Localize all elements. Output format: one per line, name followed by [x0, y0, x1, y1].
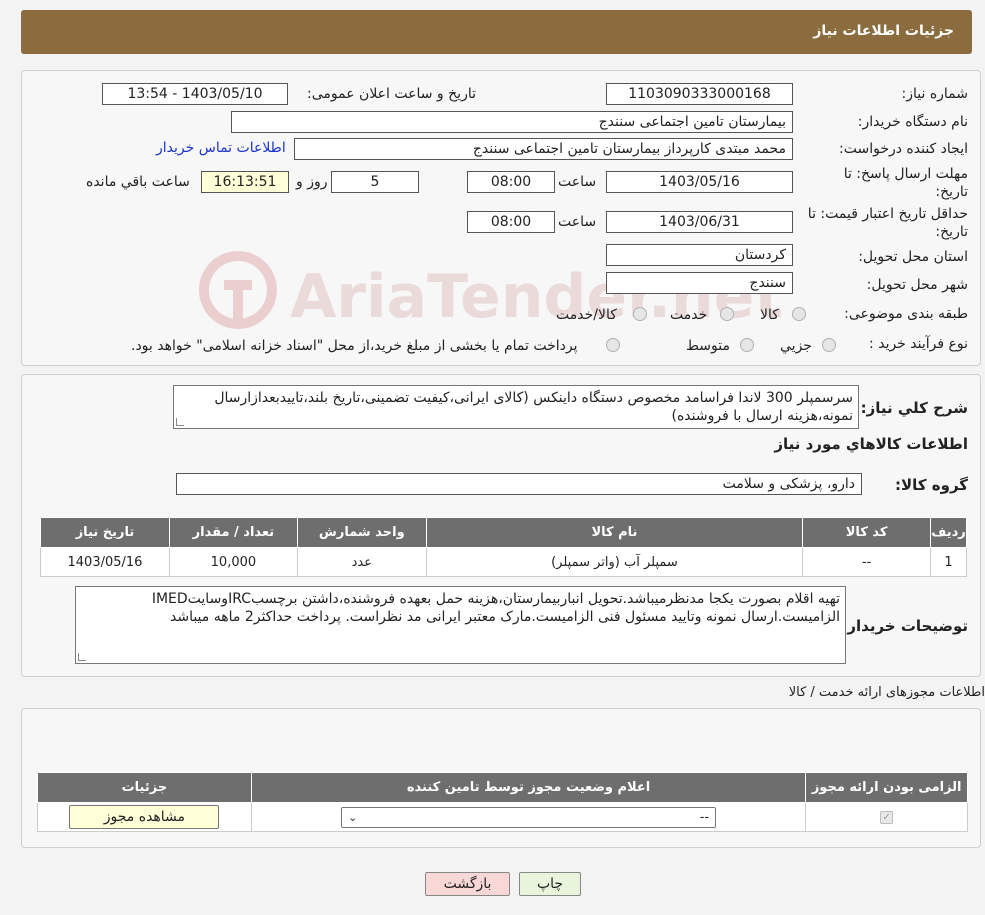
buyer-notes-text: تهیه اقلام بصورت یکجا مدنظرمیباشد.تحویل … — [151, 591, 840, 625]
province-label: استان محل تحویل: — [858, 249, 968, 265]
validity-label: حداقل تاریخ اعتبار قیمت: تا تاریخ: — [807, 206, 968, 240]
resize-grip-icon[interactable] — [176, 418, 184, 426]
validity-date-field: 1403/06/31 — [606, 211, 793, 233]
buyer-notes-label: توضیحات خریدار: — [841, 617, 968, 635]
deadline-time-field: 08:00 — [467, 171, 555, 193]
buyer-label: نام دستگاه خریدار: — [857, 114, 968, 130]
chevron-down-icon: ⌄ — [348, 810, 358, 824]
remaining-time-field: 16:13:51 — [201, 171, 289, 193]
buyer-notes-textarea[interactable]: تهیه اقلام بصورت یکجا مدنظرمیباشد.تحویل … — [75, 586, 846, 664]
col-code-header: کد کالا — [802, 517, 932, 548]
permit-status-select[interactable]: -- ⌄ — [341, 806, 717, 828]
col-details-header: جزئیات — [37, 772, 252, 803]
process-radio-medium[interactable] — [740, 338, 754, 352]
item-name-cell: سمپلر آب (واتر سمپلر) — [425, 547, 804, 577]
remaining-label: ساعت باقي مانده — [86, 174, 190, 190]
back-button[interactable]: بازگشت — [425, 872, 510, 896]
required-checkbox: ✓ — [880, 810, 894, 824]
process-radio-treasury[interactable] — [606, 338, 620, 352]
category-radio-goods-service[interactable] — [633, 307, 647, 321]
summary-label: شرح کلي نياز: — [860, 399, 968, 417]
view-permit-button[interactable]: مشاهده مجوز — [69, 805, 220, 829]
permits-section-title: اطلاعات مجوزهای ارائه خدمت / کالا — [788, 685, 985, 700]
category-option-service: خدمت — [670, 307, 708, 323]
items-table-header: رديف کد کالا نام کالا واحد شمارش تعداد /… — [40, 517, 967, 548]
validity-time-label: ساعت — [558, 214, 597, 230]
col-unit-header: واحد شمارش — [296, 517, 427, 548]
summary-textarea[interactable]: سرسمپلر 300 لاندا فراسامد مخصوص دستگاه د… — [173, 385, 859, 429]
col-required-header: الزامی بودن ارائه مجوز — [805, 772, 968, 803]
row-number-cell: 1 — [930, 547, 967, 577]
process-option-medium: متوسط — [686, 338, 730, 354]
category-radio-service[interactable] — [720, 307, 734, 321]
process-label: نوع فرآیند خرید : — [869, 336, 968, 352]
col-row-header: رديف — [930, 517, 967, 548]
status-cell: -- ⌄ — [250, 802, 807, 832]
page-header: جزئیات اطلاعات نیاز — [21, 10, 972, 54]
deadline-label: مهلت ارسال پاسخ: تا تاریخ: — [843, 166, 968, 200]
item-unit-cell: عدد — [296, 547, 427, 577]
category-option-goods: کالا — [760, 307, 779, 323]
category-label: طبقه بندی موضوعی: — [844, 306, 968, 322]
process-radio-minor[interactable] — [822, 338, 836, 352]
summary-text: سرسمپلر 300 لاندا فراسامد مخصوص دستگاه د… — [214, 390, 853, 424]
validity-time-field: 08:00 — [467, 211, 555, 233]
need-number-field: 1103090333000168 — [606, 83, 793, 105]
items-table: رديف کد کالا نام کالا واحد شمارش تعداد /… — [40, 517, 967, 577]
item-code-cell: -- — [802, 547, 932, 577]
table-row: 1 -- سمپلر آب (واتر سمپلر) عدد 10,000 14… — [40, 547, 967, 577]
creator-field: محمد مبتدی کارپرداز بیمارستان تامین اجتم… — [294, 138, 793, 160]
table-row: ✓ -- ⌄ مشاهده مجوز — [37, 802, 968, 832]
days-field: 5 — [331, 171, 419, 193]
group-label: گروه کالا: — [895, 476, 968, 494]
city-label: شهر محل تحویل: — [866, 277, 968, 293]
resize-grip-icon[interactable] — [78, 653, 86, 661]
permits-table: الزامی بودن ارائه مجوز اعلام وضعیت مجوز … — [37, 772, 968, 832]
col-qty-header: تعداد / مقدار — [168, 517, 298, 548]
permit-status-value: -- — [699, 809, 710, 825]
buyer-contact-link[interactable]: اطلاعات تماس خریدار — [156, 140, 286, 156]
item-date-cell: 1403/05/16 — [40, 547, 170, 577]
col-date-header: تاریخ نیاز — [40, 517, 170, 548]
process-note: پرداخت تمام یا بخشی از مبلغ خرید،از محل … — [131, 338, 578, 354]
province-field: کردستان — [606, 244, 793, 266]
deadline-date-field: 1403/05/16 — [606, 171, 793, 193]
page-title: جزئیات اطلاعات نیاز — [813, 23, 954, 39]
item-qty-cell: 10,000 — [168, 547, 298, 577]
category-radio-goods[interactable] — [792, 307, 806, 321]
process-option-minor: جزيي — [780, 338, 812, 354]
need-number-label: شماره نیاز: — [901, 86, 969, 102]
announce-field: 1403/05/10 - 13:54 — [102, 83, 288, 105]
days-label: روز و — [296, 174, 328, 190]
items-title: اطلاعات کالاهاي مورد نياز — [774, 435, 968, 453]
required-cell: ✓ — [805, 802, 968, 832]
buyer-field: بیمارستان تامین اجتماعی سنندج — [231, 111, 793, 133]
details-cell: مشاهده مجوز — [37, 802, 252, 832]
category-option-goods-service: کالا/خدمت — [556, 307, 617, 323]
creator-label: ایجاد کننده درخواست: — [839, 141, 968, 157]
col-name-header: نام کالا — [425, 517, 804, 548]
print-button[interactable]: چاپ — [519, 872, 581, 896]
deadline-time-label: ساعت — [558, 174, 597, 190]
col-status-header: اعلام وضعیت مجوز توسط تامین کننده — [250, 772, 807, 803]
permits-table-header: الزامی بودن ارائه مجوز اعلام وضعیت مجوز … — [37, 772, 968, 803]
group-field: دارو، پزشکی و سلامت — [176, 473, 862, 495]
city-field: سنندج — [606, 272, 793, 294]
announce-label: تاریخ و ساعت اعلان عمومی: — [307, 86, 476, 102]
watermark-logo — [198, 250, 278, 346]
